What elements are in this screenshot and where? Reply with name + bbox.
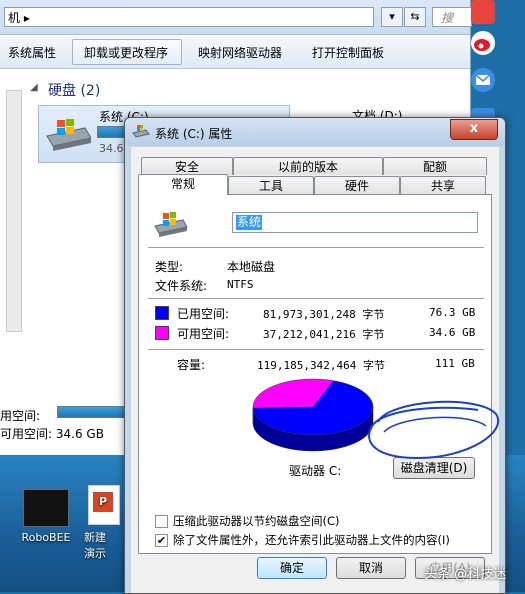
drive-title-icon — [132, 124, 150, 140]
type-value: 本地磁盘 — [227, 258, 275, 275]
group-title-hard-disks: 硬盘 (2) — [48, 80, 100, 100]
type-label: 类型: — [155, 258, 183, 275]
used-space-gb: 76.3 GB — [429, 306, 475, 319]
free-space-swatch — [155, 326, 169, 340]
tab-tools[interactable]: 工具 — [228, 176, 314, 194]
tab-quota[interactable]: 配额 — [383, 157, 487, 175]
tab-security[interactable]: 安全 — [141, 157, 233, 175]
free-space-bytes: 37,212,041,216 字节 — [263, 326, 384, 342]
index-checkbox[interactable]: ✔ — [155, 534, 168, 547]
search-input[interactable]: 搜 — [432, 7, 472, 27]
uninstall-program-button[interactable]: 卸载或更改程序 — [84, 44, 168, 61]
general-tab-page: 系统 类型: 本地磁盘 文件系统: NTFS 已用空间: 81,973,301,… — [138, 194, 492, 554]
mail-icon[interactable] — [471, 68, 495, 92]
system-properties-button[interactable]: 系统属性 — [8, 44, 56, 61]
address-input[interactable]: 机 ▸ — [4, 7, 374, 27]
divider — [148, 349, 484, 351]
used-space-swatch — [155, 306, 169, 320]
capacity-bytes: 119,185,342,464 字节 — [257, 357, 385, 373]
tab-hardware[interactable]: 硬件 — [314, 176, 400, 194]
status-free-label: 可用空间: 34.6 GB — [0, 425, 104, 442]
drive-properties-dialog: 系统 (C:) 属性 x 安全 以前的版本 配额 常规 工具 硬件 共享 系统 … — [124, 117, 506, 594]
compress-checkbox[interactable] — [155, 515, 168, 528]
volume-name-input[interactable]: 系统 — [232, 212, 478, 233]
free-space-label: 可用空间: — [177, 325, 229, 342]
close-icon: x — [470, 121, 478, 136]
weibo-icon[interactable] — [471, 31, 495, 55]
compress-label[interactable]: 压缩此驱动器以节约磁盘空间(C) — [173, 513, 340, 529]
tab-general[interactable]: 常规 — [138, 174, 228, 195]
free-space-gb: 34.6 GB — [429, 326, 475, 339]
status-usage-bar — [57, 406, 129, 418]
hard-drive-icon — [153, 211, 189, 239]
desktop-icon-label: RoboBEE — [21, 531, 70, 544]
collapse-arrow-icon[interactable]: ◢ — [30, 82, 38, 93]
index-label[interactable]: 除了文件属性外，还允许索引此驱动器上文件的内容(I) — [173, 532, 450, 548]
watermark-text: 头条 @科技迷 — [424, 563, 506, 582]
refresh-button[interactable]: ⇆ — [404, 7, 426, 27]
ok-button[interactable]: 确定 — [257, 557, 327, 579]
map-network-drive-button[interactable]: 映射网络驱动器 — [198, 44, 282, 61]
close-button[interactable]: x — [450, 119, 498, 140]
used-space-bytes: 81,973,301,248 字节 — [263, 306, 384, 322]
robobee-app-icon — [23, 489, 69, 527]
cancel-button[interactable]: 取消 — [336, 557, 406, 579]
hard-drive-icon — [45, 116, 91, 152]
address-dropdown-button[interactable]: ▾ — [381, 7, 403, 27]
open-control-panel-button[interactable]: 打开控制面板 — [312, 44, 384, 61]
tab-sharing[interactable]: 共享 — [400, 176, 486, 194]
used-space-label: 已用空间: — [177, 305, 229, 322]
command-bar: 系统属性 卸载或更改程序 映射网络驱动器 打开控制面板 — [0, 36, 470, 69]
dialog-title: 系统 (C:) 属性 — [155, 125, 232, 142]
nav-pane-scrollbar[interactable] — [6, 90, 22, 332]
presentation-file-icon: P — [88, 485, 120, 525]
dialog-client-area: 安全 以前的版本 配额 常规 工具 硬件 共享 系统 类型: 本地磁盘 文件系统… — [131, 147, 499, 593]
status-used-label: 用空间: — [0, 407, 40, 424]
dialog-title-bar[interactable]: 系统 (C:) 属性 x — [125, 118, 505, 146]
desktop-icon-robobee[interactable]: RoboBEE — [14, 489, 78, 544]
capacity-gb: 111 GB — [435, 357, 475, 370]
tab-previous-versions[interactable]: 以前的版本 — [233, 157, 383, 175]
filesystem-label: 文件系统: — [155, 277, 207, 294]
address-bar-area: 机 ▸ ▾ ⇆ 搜 — [0, 0, 470, 35]
drive-letter-label: 驱动器 C: — [289, 462, 341, 479]
filesystem-value: NTFS — [227, 278, 254, 291]
capacity-label: 容量: — [177, 356, 205, 373]
app-shortcut-icon[interactable] — [471, 0, 495, 24]
drive-c-size: 34.6 — [99, 142, 124, 155]
divider — [148, 247, 484, 249]
refresh-icon: ⇆ — [410, 10, 419, 23]
volume-name-selected-text: 系统 — [236, 215, 262, 230]
divider — [148, 298, 484, 300]
annotation-circle — [358, 392, 508, 472]
index-check-mark: ✔ — [157, 534, 166, 547]
